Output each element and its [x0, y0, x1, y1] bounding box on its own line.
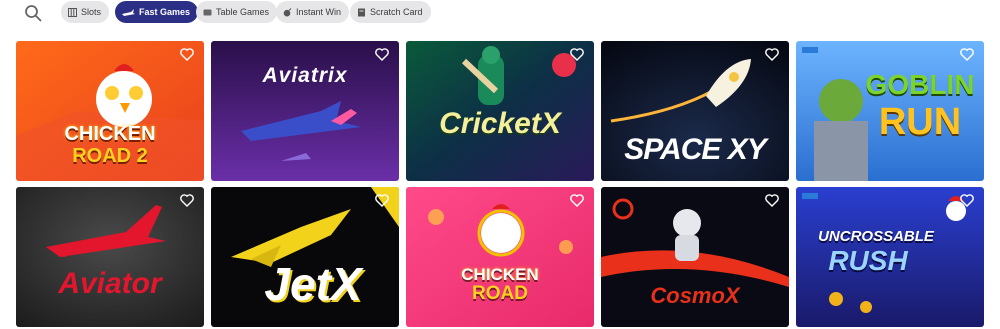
filter-bar: Slots Fast Games Table Games Instant Win…: [0, 0, 1000, 28]
favorite-heart-icon[interactable]: [960, 194, 974, 207]
game-title: CHICKEN: [461, 265, 539, 284]
filter-chip-label: Fast Games: [139, 7, 191, 17]
game-tile-goblin-run[interactable]: GOBLIN RUN: [796, 41, 984, 181]
game-tile-aviator[interactable]: Aviator: [16, 187, 204, 327]
game-tile-uncrossable-rush[interactable]: UNCROSSABLE RUSH: [796, 187, 984, 327]
table-icon: [203, 9, 212, 15]
game-tile-chicken-road-2[interactable]: CHICKEN ROAD 2: [16, 41, 204, 181]
plane-icon: [122, 8, 135, 16]
favorite-heart-icon[interactable]: [765, 48, 779, 61]
game-title: Aviatrix: [262, 64, 348, 87]
game-title: RUN: [878, 101, 962, 143]
favorite-heart-icon[interactable]: [375, 48, 389, 61]
game-tile-cosmox[interactable]: CosmoX: [601, 187, 789, 327]
slots-icon: [68, 7, 77, 17]
filter-chip-instant-win[interactable]: Instant Win: [276, 1, 350, 23]
favorite-heart-icon[interactable]: [765, 194, 779, 207]
filter-chip-slots[interactable]: Slots: [61, 1, 110, 23]
filter-chip-label: Instant Win: [296, 7, 342, 17]
favorite-heart-icon[interactable]: [960, 48, 974, 61]
scratch-icon: [358, 8, 365, 16]
game-title: SPACE XY: [624, 133, 766, 166]
game-tile-jetx[interactable]: JetX: [211, 187, 399, 327]
game-artwork: [406, 187, 594, 327]
game-title: UNCROSSABLE: [818, 228, 934, 245]
filter-chip-table-games[interactable]: Table Games: [196, 1, 278, 23]
game-tile-cricketx[interactable]: CricketX: [406, 41, 594, 181]
game-tile-space-xy[interactable]: SPACE XY: [601, 41, 789, 181]
game-title: ROAD: [472, 283, 528, 304]
game-title: CricketX: [439, 107, 561, 140]
game-artwork: [211, 41, 399, 181]
game-title: RUSH: [828, 245, 908, 276]
game-artwork: [16, 187, 204, 327]
favorite-heart-icon[interactable]: [375, 194, 389, 207]
game-title: CosmoX: [650, 283, 740, 308]
search-icon[interactable]: [24, 4, 42, 22]
game-title: CHICKEN: [64, 123, 156, 145]
bomb-icon: [283, 7, 292, 16]
filter-chip-scratch-card[interactable]: Scratch Card: [350, 1, 431, 23]
filter-chip-label: Slots: [81, 7, 102, 17]
game-title: ROAD 2: [72, 145, 148, 167]
favorite-heart-icon[interactable]: [180, 48, 194, 61]
game-title: GOBLIN: [865, 69, 975, 100]
filter-chip-label: Table Games: [216, 7, 270, 17]
game-tile-chicken-road[interactable]: CHICKEN ROAD: [406, 187, 594, 327]
favorite-heart-icon[interactable]: [570, 48, 584, 61]
game-grid: CHICKEN ROAD 2 Aviatrix CricketX SPACE X…: [16, 41, 990, 327]
filter-chip-fast-games[interactable]: Fast Games: [115, 1, 199, 23]
filter-chip-label: Scratch Card: [370, 7, 423, 17]
favorite-heart-icon[interactable]: [180, 194, 194, 207]
game-tile-aviatrix[interactable]: Aviatrix: [211, 41, 399, 181]
game-title: Aviator: [58, 267, 162, 300]
game-title: JetX: [264, 258, 362, 310]
favorite-heart-icon[interactable]: [570, 194, 584, 207]
